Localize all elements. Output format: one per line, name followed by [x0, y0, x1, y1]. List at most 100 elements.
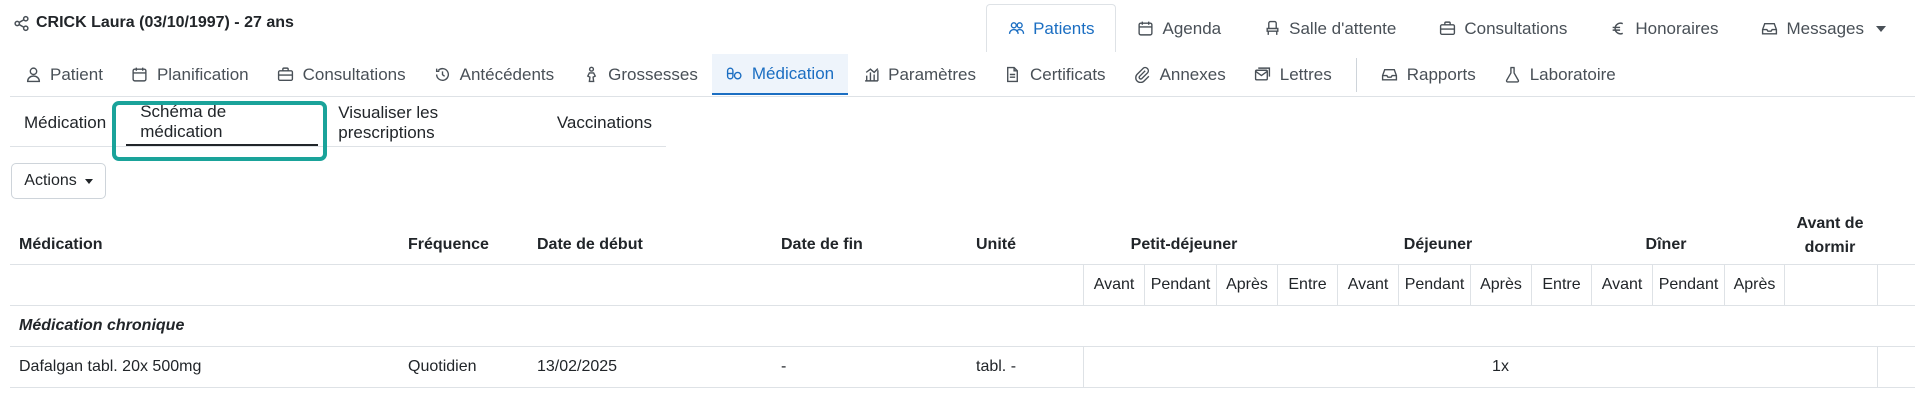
sub-nav-label: Lettres: [1279, 64, 1332, 84]
cell-start-date: 13/02/2025: [537, 358, 618, 375]
col-header-bedtime-line1: Avant de: [1796, 215, 1864, 232]
patient-title: CRICK Laura (03/10/1997) - 27 ans: [36, 14, 294, 31]
main-nav-patients[interactable]: Patients: [986, 4, 1116, 52]
cell-unit: tabl. -: [976, 358, 1017, 375]
col-header-dinner: Dîner: [1645, 236, 1687, 253]
patient-sub-nav: Patient Planification Consultations Anté…: [10, 54, 1915, 97]
cell-end-date: -: [781, 358, 787, 375]
subheader-trailing: [1877, 265, 1915, 305]
pills-icon: [726, 65, 744, 83]
subheader-lunch-during: Pendant: [1398, 265, 1470, 305]
euro-icon: [1609, 20, 1627, 38]
sub-nav-annexes[interactable]: Annexes: [1120, 54, 1240, 95]
nav-divider: [1355, 58, 1357, 92]
paperclip-icon: [1134, 66, 1152, 84]
sub-nav-grossesses[interactable]: Grossesses: [568, 54, 712, 95]
subheader-dinner-before: Avant: [1591, 265, 1652, 305]
medication-tabs: Médication Schéma de médication Visualis…: [10, 100, 666, 147]
actions-label: Actions: [24, 172, 77, 189]
pregnancy-icon: [582, 66, 600, 84]
subheader-breakfast-after: Après: [1216, 265, 1277, 305]
sub-nav-label: Rapports: [1406, 64, 1476, 84]
share-icon: [12, 14, 30, 32]
sub-nav-label: Médication: [751, 63, 835, 83]
main-nav-label: Messages: [1786, 18, 1864, 38]
main-nav-consultations[interactable]: Consultations: [1417, 4, 1588, 52]
cell-divider: [1083, 347, 1084, 387]
col-header-bedtime: Avant de dormir: [1785, 212, 1875, 260]
sub-nav-label: Grossesses: [608, 64, 698, 84]
sub-nav-label: Planification: [156, 64, 249, 84]
main-nav-label: Patients: [1033, 18, 1095, 38]
sub-nav-label: Paramètres: [888, 64, 976, 84]
sub-nav-certificats[interactable]: Certificats: [990, 54, 1120, 95]
flask-icon: [1504, 66, 1522, 84]
person-icon: [24, 66, 42, 84]
main-nav-messages[interactable]: Messages: [1740, 4, 1907, 52]
briefcase-icon: [1438, 20, 1456, 38]
main-nav-label: Consultations: [1464, 18, 1568, 38]
sub-nav-label: Laboratoire: [1529, 64, 1616, 84]
subheader-bedtime: [1784, 265, 1877, 305]
sub-nav-label: Antécédents: [459, 64, 555, 84]
chevron-down-icon: [1876, 25, 1886, 32]
col-header-start-date: Date de début: [537, 236, 643, 253]
document-icon: [1004, 66, 1022, 84]
tab-medication-schedule[interactable]: Schéma de médication: [126, 100, 319, 146]
sub-nav-label: Patient: [50, 64, 103, 84]
history-icon: [434, 66, 452, 84]
sub-nav-patient[interactable]: Patient: [10, 54, 117, 95]
patient-header: CRICK Laura (03/10/1997) - 27 ans: [12, 14, 294, 32]
inbox-icon: [1761, 20, 1779, 38]
briefcase-icon: [277, 66, 295, 84]
col-header-unit: Unité: [976, 236, 1016, 253]
users-icon: [1007, 20, 1025, 38]
sub-nav-laboratoire[interactable]: Laboratoire: [1490, 54, 1630, 95]
subheader-breakfast-during: Pendant: [1144, 265, 1216, 305]
tab-vaccinations[interactable]: Vaccinations: [543, 100, 666, 146]
table-header-row: Médication Fréquence Date de début Date …: [10, 206, 1915, 265]
cell-lunch-after-dose: 1x: [1492, 358, 1509, 375]
main-nav-label: Agenda: [1162, 18, 1222, 38]
sub-nav-consultations[interactable]: Consultations: [263, 54, 420, 95]
col-header-medication: Médication: [19, 236, 103, 253]
sub-nav-planification[interactable]: Planification: [117, 54, 263, 95]
subheader-dinner-during: Pendant: [1652, 265, 1724, 305]
tab-view-prescriptions[interactable]: Visualiser les prescriptions: [324, 100, 543, 146]
caret-down-icon: [84, 178, 93, 184]
calendar-icon: [131, 66, 149, 84]
col-header-breakfast: Petit-déjeuner: [1130, 236, 1238, 253]
sub-nav-medication[interactable]: Médication: [711, 54, 849, 95]
calendar-icon: [1137, 20, 1155, 38]
group-row: Médication chronique: [10, 306, 1915, 347]
main-nav-fees[interactable]: Honoraires: [1588, 4, 1739, 52]
main-nav-label: Salle d'attente: [1289, 18, 1397, 38]
subheader-lunch-between: Entre: [1531, 265, 1591, 305]
cell-frequency: Quotidien: [408, 358, 477, 375]
actions-dropdown-button[interactable]: Actions: [11, 163, 106, 199]
main-nav-agenda[interactable]: Agenda: [1116, 4, 1243, 52]
subheader-lunch-after: Après: [1470, 265, 1531, 305]
sub-nav-label: Annexes: [1159, 64, 1226, 84]
col-header-bedtime-line2: dormir: [1804, 239, 1856, 256]
sub-nav-parametres[interactable]: Paramètres: [848, 54, 990, 95]
chart-icon: [862, 66, 880, 84]
subheader-dinner-after: Après: [1724, 265, 1784, 305]
main-nav-waiting-room[interactable]: Salle d'attente: [1242, 4, 1417, 52]
tab-medication[interactable]: Médication: [10, 100, 120, 146]
sub-nav-lettres[interactable]: Lettres: [1240, 54, 1346, 95]
inbox-icon: [1381, 66, 1399, 84]
main-nav-label: Honoraires: [1635, 18, 1719, 38]
cell-divider: [1877, 347, 1878, 387]
col-header-frequency: Fréquence: [408, 236, 489, 253]
group-label-chronic: Médication chronique: [19, 317, 185, 334]
chair-icon: [1263, 20, 1281, 38]
top-bar: CRICK Laura (03/10/1997) - 27 ans Patien…: [0, 0, 1915, 52]
sub-nav-label: Certificats: [1029, 64, 1106, 84]
subheader-breakfast-before: Avant: [1083, 265, 1144, 305]
letters-icon: [1254, 66, 1272, 84]
sub-nav-rapports[interactable]: Rapports: [1367, 54, 1490, 95]
table-row[interactable]: Dafalgan tabl. 20x 500mg Quotidien 13/02…: [10, 347, 1915, 388]
table-subheader-row: Avant Pendant Après Entre Avant Pendant …: [10, 265, 1915, 306]
sub-nav-antecedents[interactable]: Antécédents: [420, 54, 569, 95]
